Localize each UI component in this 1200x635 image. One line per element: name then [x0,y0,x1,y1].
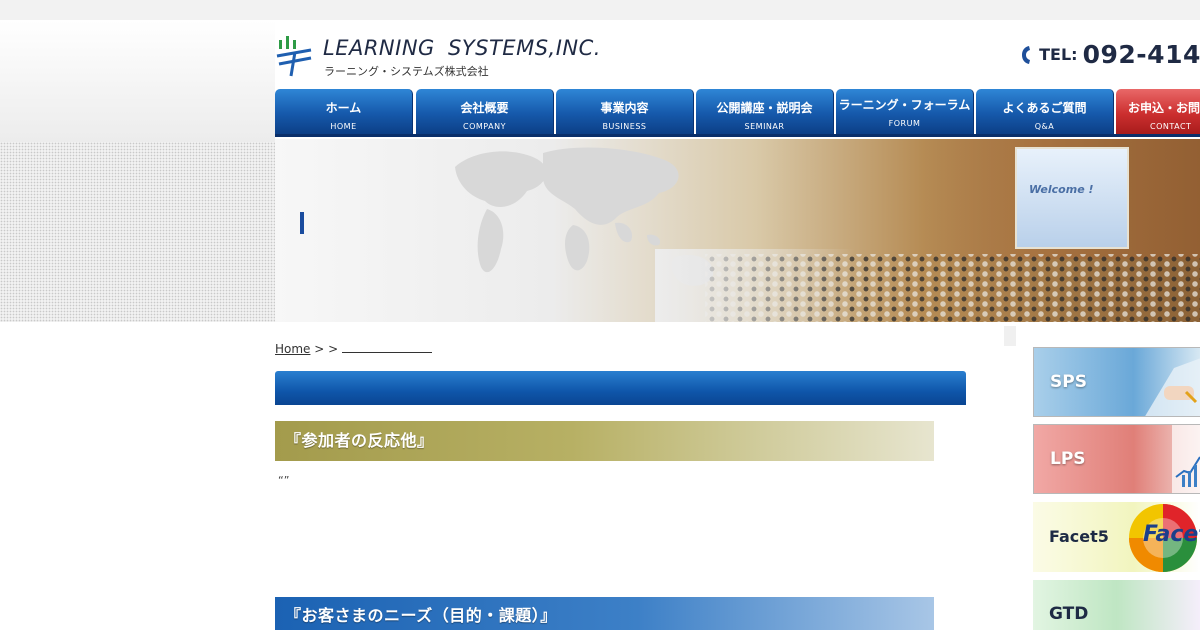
nav-label-jp: 事業内容 [600,101,649,115]
lps-chart-icon [1172,425,1200,493]
nav-underline [275,134,1200,137]
facet5-label: Facet5 [1049,527,1109,546]
nav-business[interactable]: 事業内容 BUSINESS [556,89,694,134]
tel-number: 092-414- [1082,40,1200,69]
quote-text: “” [278,474,290,487]
breadcrumb-separator: > > [310,342,342,356]
nav-contact[interactable]: お申込・お問い CONTACT [1116,89,1200,134]
screen-welcome-text: Welcome ! [1029,183,1094,196]
phone-number[interactable]: TEL: 092-414- [1020,40,1200,69]
logo-english-name: LEARNING SYSTEMS,INC. [323,36,601,60]
nav-label-jp: ラーニング・フォーラム [838,98,971,112]
nav-label-en: Q&A [1034,122,1055,131]
logo-japanese-name: ラーニング・システムズ株式会社 [324,65,489,78]
nav-label-jp: よくあるご質問 [1002,101,1087,115]
sidebar-banner-gtd[interactable]: GTD [1033,580,1200,630]
projection-screen: Welcome ! [1015,147,1129,249]
section-heading-reaction: 『参加者の反応他』 [275,421,934,461]
nav-label-en: HOME [330,122,357,131]
nav-qa[interactable]: よくあるご質問 Q&A [976,89,1114,134]
page-title-bar [275,371,966,405]
facet-logo-text: Facet [1143,522,1200,547]
sidebar-banner-lps[interactable]: LPS [1033,424,1200,494]
company-logo[interactable]: LEARNING SYSTEMS,INC. ラーニング・システムズ株式会社 [275,34,600,80]
hero-banner: Welcome ! [275,139,1200,322]
left-header-background [0,20,275,142]
sps-illustration-icon [1145,358,1200,416]
logo-mark-icon [276,36,312,77]
section-heading-needs: 『お客さまのニーズ（目的・課題）』 [275,597,934,630]
sps-label: SPS [1050,372,1087,392]
sidebar-banner-facet5[interactable]: Facet Facet5 [1033,502,1200,572]
nav-home[interactable]: ホーム HOME [275,89,413,134]
breadcrumb: Home > > [275,340,432,356]
lps-label: LPS [1050,449,1086,469]
nav-company[interactable]: 会社概要 COMPANY [416,89,554,134]
nav-label-en: BUSINESS [602,122,647,131]
nav-label-jp: お申込・お問い [1128,101,1200,115]
tel-label: TEL: [1039,45,1078,64]
hero-title-marker [300,212,304,234]
global-nav: ホーム HOME 会社概要 COMPANY 事業内容 BUSINESS 公開講座… [275,89,1200,137]
nav-label-en: COMPANY [463,122,506,131]
nav-forum[interactable]: ラーニング・フォーラム FORUM [836,89,974,134]
phone-icon [1022,45,1030,64]
top-strip [0,0,1200,20]
sidebar-top-shadow [1004,326,1016,346]
sidebar-banner-sps[interactable]: SPS [1033,347,1200,417]
nav-label-jp: 公開講座・説明会 [716,101,813,115]
nav-label-jp: ホーム [325,101,362,115]
left-dotted-pattern [0,142,275,322]
nav-label-en: CONTACT [1150,122,1192,131]
nav-label-en: SEMINAR [744,122,785,131]
breadcrumb-home-link[interactable]: Home [275,342,310,356]
nav-label-en: FORUM [888,119,921,128]
nav-label-jp: 会社概要 [460,101,509,115]
breadcrumb-current-page[interactable] [342,340,432,353]
nav-seminar[interactable]: 公開講座・説明会 SEMINAR [696,89,834,134]
gtd-label: GTD [1049,604,1089,624]
hero-fade-overlay [655,249,855,322]
